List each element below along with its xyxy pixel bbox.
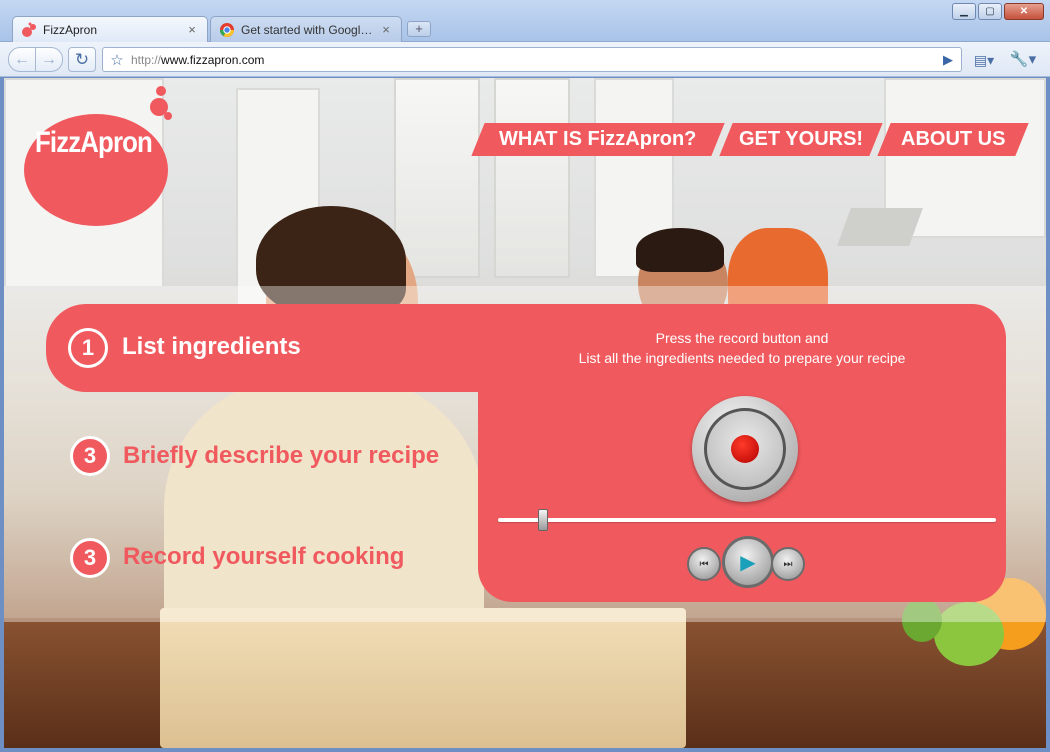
play-button[interactable]: ▶ [722,536,774,588]
browser-toolbar: ← → ↻ ☆ http:// www.fizzapron.com ▶ ▤▾ 🔧… [0,42,1050,77]
forward-arrow-icon: → [41,50,57,68]
instruction-line-1: Press the record button and [655,330,829,346]
next-button[interactable]: ⏭ [771,547,805,581]
tab-google-started[interactable]: Get started with Google ... × [210,16,402,42]
skip-back-icon: ⏮ [699,558,709,570]
record-dot-icon [731,435,759,463]
address-bar[interactable]: ☆ http:// www.fizzapron.com ▶ [102,47,962,72]
nav-about-us[interactable]: ABOUT US [877,123,1029,156]
tab-label: FizzApron [43,22,98,37]
nav-what-is[interactable]: WHAT IS FizzApron? [471,123,725,156]
minimize-button[interactable]: ▁ [952,3,976,20]
back-arrow-icon: ← [14,50,30,68]
back-button[interactable]: ← [8,47,36,72]
previous-button[interactable]: ⏮ [687,547,721,581]
url-host: www.fizzapron.com [161,52,265,67]
nav-get-yours-label: GET YOURS! [738,128,864,150]
reload-button[interactable]: ↻ [68,47,96,72]
new-tab-button[interactable]: + [407,21,431,37]
forward-button[interactable]: → [35,47,63,72]
step-label-record-cooking[interactable]: Record yourself cooking [123,543,404,571]
nav-get-yours[interactable]: GET YOURS! [719,123,883,156]
bookmark-star-icon[interactable]: ☆ [103,51,131,69]
tab-label: Get started with Google ... [241,22,379,37]
nav-about-us-label: ABOUT US [900,128,1006,150]
step-number-describe: 3 [70,436,110,476]
close-window-button[interactable]: ✕ [1004,3,1044,20]
web-page: FizzApron WHAT IS FizzApron? GET YOURS! … [4,78,1046,748]
wrench-menu-icon[interactable]: 🔧▾ [1004,49,1042,71]
instruction-line-2: List all the ingredients needed to prepa… [578,350,906,366]
chrome-favicon-icon [220,22,234,37]
tab-close-icon[interactable]: × [185,22,199,37]
tab-fizzapron[interactable]: FizzApron × [12,16,208,42]
url-scheme: http:// [131,52,162,67]
go-icon[interactable]: ▶ [935,52,961,68]
timeline-track[interactable] [498,518,996,522]
recorder-instructions: Press the record button and List all the… [478,328,1006,368]
step-label-describe-recipe[interactable]: Briefly describe your recipe [123,442,439,470]
browser-titlebar: FizzApron × Get started with Google ... … [0,0,1050,42]
page-menu-icon[interactable]: ▤▾ [968,49,1000,71]
maximize-button[interactable]: ▢ [978,3,1002,20]
step-number-record: 3 [70,538,110,578]
timeline-thumb[interactable] [537,509,548,531]
fizzapron-favicon-icon [22,22,36,37]
skip-forward-icon: ⏭ [783,558,793,570]
play-icon: ▶ [740,551,756,574]
logo-text: FizzApron [35,126,153,159]
tab-close-icon[interactable]: × [379,22,393,37]
reload-icon: ↻ [74,49,90,69]
step-number-1: 1 [68,328,108,368]
nav-what-is-label: WHAT IS FizzApron? [499,128,697,150]
window-controls: ▁ ▢ ✕ [952,3,1044,20]
step-label-list-ingredients[interactable]: List ingredients [122,333,301,361]
